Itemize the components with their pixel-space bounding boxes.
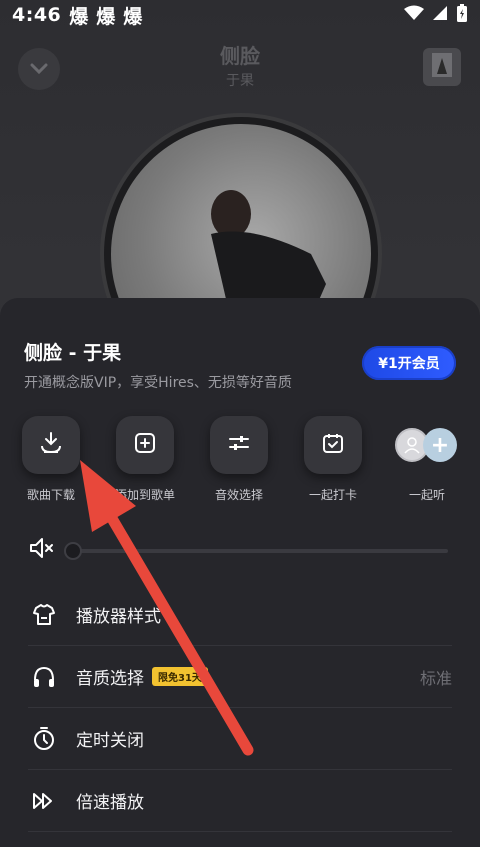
speed-icon — [28, 785, 60, 817]
sound-effect-tile[interactable] — [210, 416, 268, 474]
player-song-title: 侧脸 — [220, 44, 260, 68]
sound-effect-icon — [227, 431, 251, 459]
download-icon — [38, 430, 64, 460]
menu-item-player-style[interactable]: 播放器样式 — [28, 584, 452, 646]
check-in-label: 一起打卡 — [308, 488, 357, 502]
signal-icon — [432, 4, 448, 26]
listen-together-icon[interactable]: + — [395, 416, 459, 474]
status-bar: 4:46 爆 爆 爆 — [0, 0, 480, 30]
menu-label: 音质选择 — [76, 669, 144, 689]
notification-icon: 爆 — [96, 5, 116, 28]
add-to-playlist-tile[interactable] — [116, 416, 174, 474]
check-in-icon — [321, 431, 345, 459]
menu-item-audio-quality[interactable]: 音质选择 限免31天 标准 — [28, 646, 452, 708]
quick-actions-row: 歌曲下载 添加到歌单 音效选择 一起打卡 + 一起听 — [0, 416, 480, 516]
menu-label: 定时关闭 — [76, 731, 144, 751]
battery-icon — [456, 3, 468, 28]
player-style-icon — [28, 599, 60, 631]
check-in-tile[interactable] — [304, 416, 362, 474]
add-to-playlist-icon — [133, 431, 157, 459]
vip-subscribe-button[interactable]: ¥1开会员 — [362, 346, 456, 380]
sound-effect-label: 音效选择 — [214, 488, 263, 502]
headphones-icon — [28, 661, 60, 693]
listen-together-label: 一起听 — [408, 488, 445, 502]
notification-icon: 爆 — [69, 5, 89, 28]
volume-slider-thumb[interactable] — [64, 542, 82, 560]
plus-icon: + — [423, 428, 457, 462]
volume-row — [28, 538, 448, 562]
share-thumbnail-icon — [431, 52, 453, 82]
timer-icon — [28, 723, 60, 755]
download-tile[interactable] — [22, 416, 80, 474]
vip-promo-text: 开通概念版VIP，享受Hires、无损等好音质 — [24, 375, 292, 391]
notification-icon: 爆 — [123, 5, 143, 28]
share-button[interactable] — [423, 48, 461, 86]
add-to-playlist-action[interactable]: 添加到歌单 — [100, 416, 190, 503]
download-label: 歌曲下载 — [26, 488, 75, 502]
more-options-sheet: 侧脸 - 于果 开通概念版VIP，享受Hires、无损等好音质 ¥1开会员 歌曲… — [0, 298, 480, 847]
menu-label: 播放器样式 — [76, 607, 161, 627]
wifi-icon — [404, 4, 424, 26]
listen-together-action[interactable]: + 一起听 — [382, 416, 472, 503]
sheet-song-title: 侧脸 - 于果 — [24, 342, 122, 364]
volume-slider-track[interactable] — [70, 549, 448, 553]
menu-label: 倍速播放 — [76, 793, 144, 813]
status-time: 4:46 — [12, 4, 62, 26]
free-trial-badge: 限免31天 — [152, 667, 208, 686]
audio-quality-value: 标准 — [419, 668, 452, 688]
download-action[interactable]: 歌曲下载 — [6, 416, 96, 503]
menu-item-playback-speed[interactable]: 倍速播放 — [28, 770, 452, 832]
add-to-playlist-label: 添加到歌单 — [114, 488, 175, 502]
sound-effect-action[interactable]: 音效选择 — [194, 416, 284, 503]
check-in-action[interactable]: 一起打卡 — [288, 416, 378, 503]
menu-item-sleep-timer[interactable]: 定时关闭 — [28, 708, 452, 770]
mute-icon[interactable] — [28, 536, 56, 564]
player-artist: 于果 — [226, 73, 254, 89]
